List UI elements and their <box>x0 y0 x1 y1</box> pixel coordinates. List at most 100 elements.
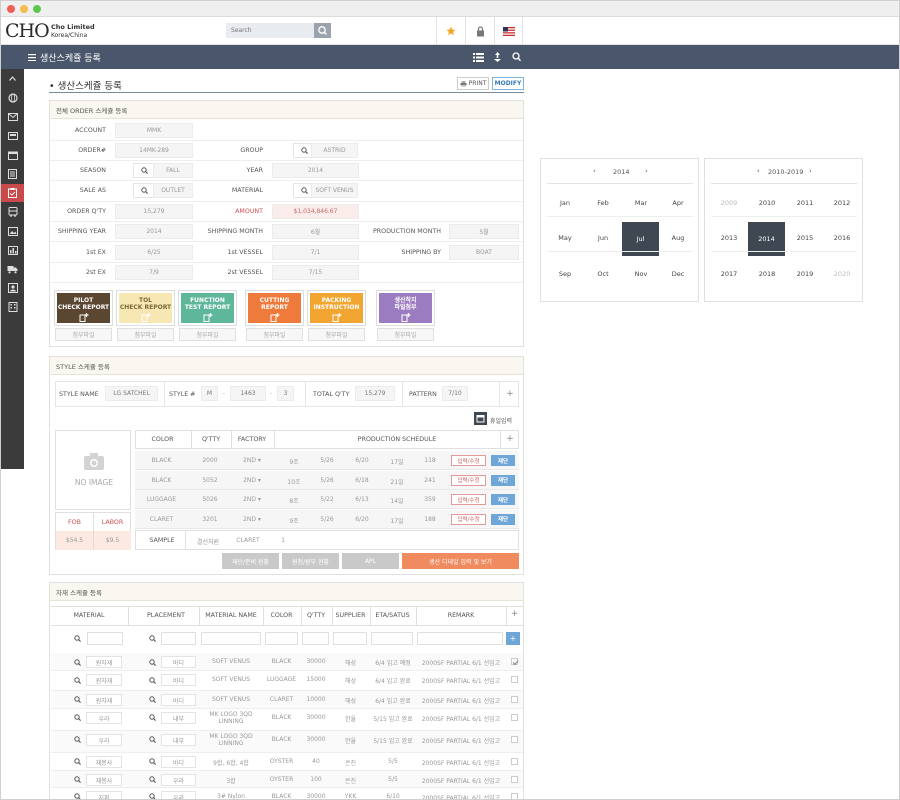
row-checkbox[interactable] <box>511 676 518 683</box>
month-calendar-year[interactable]: 2014 <box>613 168 630 176</box>
amount-field[interactable]: $1,034,846.67 <box>272 204 359 219</box>
list-icon[interactable] <box>473 53 484 62</box>
year-range[interactable]: 2010-2019 <box>768 168 803 176</box>
year-cell[interactable]: 2009 <box>710 199 748 207</box>
placement-search-button[interactable] <box>144 774 160 786</box>
sale-as-search-button[interactable] <box>133 183 155 198</box>
row-factory-select[interactable]: 2ND ▾ <box>231 457 273 464</box>
search-icon[interactable] <box>512 52 521 62</box>
style-name-field[interactable]: LG SATCHEL <box>105 386 158 401</box>
year-field[interactable]: 2014 <box>272 163 359 178</box>
sale-as-field[interactable]: OUTLET <box>153 183 193 198</box>
total-qty-field[interactable]: 15,279 <box>355 386 395 401</box>
sidebar-item-shipping[interactable] <box>1 203 24 221</box>
color-filter-input[interactable] <box>265 632 298 645</box>
year-cell[interactable]: 2013 <box>710 234 748 242</box>
material-filter-input[interactable] <box>87 632 123 645</box>
name-filter-input[interactable] <box>201 632 261 645</box>
remark-filter-input[interactable] <box>417 632 503 645</box>
year-cell[interactable]: 2016 <box>823 234 861 242</box>
cut-button[interactable]: 재단 <box>491 513 515 525</box>
placement-search-button[interactable] <box>144 674 160 686</box>
month-cell[interactable]: Mar <box>622 199 660 207</box>
pattern-field[interactable]: 7/10 <box>442 386 468 401</box>
sidebar-item-buildings[interactable] <box>1 298 24 316</box>
add-schedule-button[interactable]: + <box>502 434 518 444</box>
qty-filter-input[interactable] <box>302 632 329 645</box>
production-detail-button[interactable]: 생산 디테일 입력 및 보기 <box>402 553 519 569</box>
shipping-by-field[interactable]: BOAT <box>449 245 519 260</box>
add-material-button[interactable]: + <box>506 609 523 619</box>
year-cell[interactable]: 2010 <box>748 199 786 207</box>
season-field[interactable]: FALL <box>153 163 193 178</box>
season-search-button[interactable] <box>133 163 155 178</box>
sidebar-item-calendar[interactable] <box>1 146 24 164</box>
sidebar-item-list[interactable] <box>1 165 24 183</box>
placement-search-button[interactable] <box>144 694 160 706</box>
sidebar-item-stats[interactable] <box>1 241 24 259</box>
row-checkbox[interactable] <box>511 757 518 765</box>
maximize-window-button[interactable] <box>33 5 41 13</box>
month-prev-button[interactable]: ‹ <box>593 167 596 175</box>
report-card[interactable]: FUNCTION TEST REPORT <box>179 291 236 325</box>
logo[interactable]: CHO <box>5 20 50 42</box>
material-status-button[interactable]: 원청/원부 현황 <box>282 553 339 569</box>
placement-search-button[interactable] <box>144 656 160 668</box>
report-card[interactable]: PILOT CHECK REPORT <box>55 291 112 325</box>
placement-search-button[interactable] <box>144 791 160 799</box>
year-cell[interactable]: 2018 <box>748 270 786 278</box>
report-card[interactable]: TOL CHECK REPORT <box>117 291 174 325</box>
cutting-status-button[interactable]: 재단/준비 현황 <box>222 553 279 569</box>
input-edit-button[interactable]: 입력/수정 <box>451 513 486 525</box>
input-edit-button[interactable]: 입력/수정 <box>451 474 486 486</box>
report-card[interactable]: 생산착지 파일첨부 <box>377 291 434 325</box>
menu-icon[interactable] <box>28 54 36 61</box>
vessel1-field[interactable]: 7/1 <box>272 245 359 260</box>
year-cell[interactable]: 2019 <box>786 270 824 278</box>
month-cell[interactable]: Aug <box>659 234 697 242</box>
order-qty-field[interactable]: 15,279 <box>115 204 193 219</box>
material-search-button[interactable] <box>69 774 85 786</box>
account-field[interactable]: MMK <box>115 123 193 138</box>
year-cell[interactable]: 2012 <box>823 199 861 207</box>
vessel2-field[interactable]: 7/15 <box>272 265 359 280</box>
production-month-field[interactable]: 5월 <box>449 224 519 239</box>
year-cell[interactable]: 2020 <box>823 270 861 278</box>
favorites-button[interactable] <box>436 17 465 45</box>
placement-filter-input[interactable] <box>161 632 196 645</box>
attach-file-button[interactable]: 첨부파일 <box>308 328 365 341</box>
year-cell[interactable]: 2011 <box>786 199 824 207</box>
report-card[interactable]: CUTTING REPORT <box>246 291 303 325</box>
minimize-window-button[interactable] <box>20 5 28 13</box>
material-search-button[interactable] <box>69 756 85 768</box>
input-edit-button[interactable]: 입력/수정 <box>451 494 486 505</box>
month-cell[interactable]: Jun <box>584 234 622 242</box>
placement-search-button[interactable] <box>144 632 160 645</box>
sidebar-item-mail[interactable] <box>1 108 24 126</box>
search-button[interactable] <box>314 23 331 38</box>
holiday-button[interactable] <box>474 412 487 425</box>
month-cell[interactable]: Nov <box>622 270 660 278</box>
product-image[interactable]: NO IMAGE <box>55 430 131 510</box>
year-cell[interactable]: 2015 <box>786 234 824 242</box>
row-factory-select[interactable]: 2ND ▾ <box>231 516 273 523</box>
sidebar-item-inbox[interactable] <box>1 127 24 145</box>
sidebar-item-production[interactable] <box>1 184 24 202</box>
row-checkbox[interactable] <box>511 735 518 743</box>
close-window-button[interactable] <box>7 5 15 13</box>
row-checkbox[interactable] <box>511 792 518 799</box>
year-prev-button[interactable]: ‹ <box>757 167 760 175</box>
row-checkbox[interactable] <box>511 713 518 721</box>
row-checkbox[interactable] <box>511 658 519 666</box>
sort-icon[interactable] <box>493 52 502 62</box>
print-button[interactable]: PRINT <box>457 77 489 90</box>
row-factory-select[interactable]: 2ND ▾ <box>231 477 273 484</box>
eta-filter-input[interactable] <box>371 632 413 645</box>
material-search-button[interactable] <box>69 656 85 668</box>
shipping-year-field[interactable]: 2014 <box>115 224 193 239</box>
sidebar-item-users[interactable] <box>1 279 24 297</box>
month-cell[interactable]: Jan <box>546 199 584 207</box>
sidebar-item-global[interactable] <box>1 89 24 107</box>
language-button[interactable] <box>494 17 523 45</box>
style-num-1[interactable]: M <box>201 386 218 401</box>
